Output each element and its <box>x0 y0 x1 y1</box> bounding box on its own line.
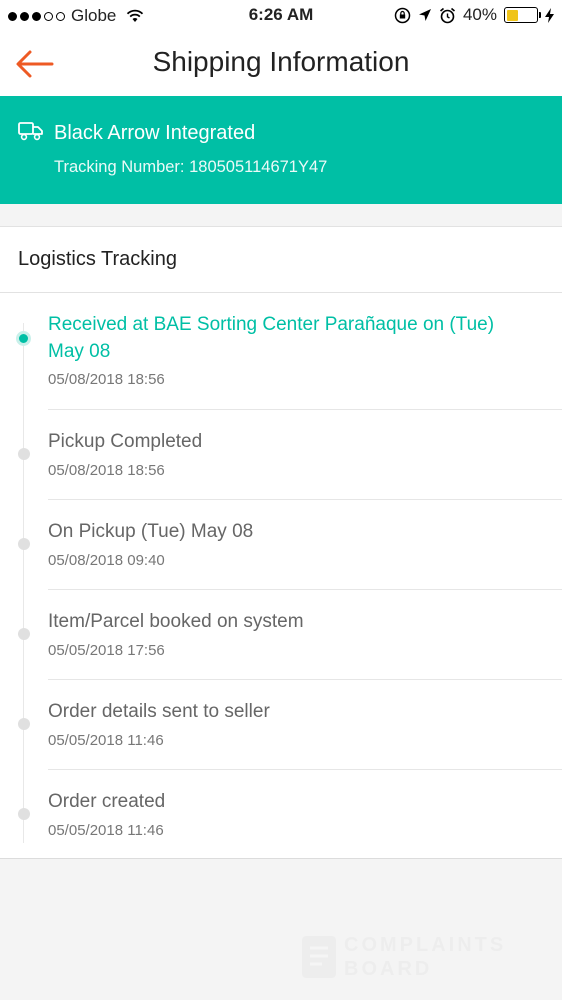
carrier-name: Black Arrow Integrated <box>54 122 256 144</box>
event-timestamp: 05/05/2018 11:46 <box>48 732 164 749</box>
event-description: Order details sent to seller <box>48 701 270 722</box>
header: Shipping Information <box>0 32 562 96</box>
battery-icon <box>504 7 541 23</box>
page-title: Shipping Information <box>152 46 410 77</box>
status-dot <box>18 628 30 640</box>
status-right: 40% <box>394 5 554 25</box>
watermark: COMPLAINTS BOARD <box>300 932 520 982</box>
battery-level <box>506 9 519 21</box>
timeline-event: On Pickup (Tue) May 08 05/08/2018 09:40 <box>0 500 562 590</box>
event-description: Item/Parcel booked on system <box>48 611 304 632</box>
alarm-icon <box>439 7 455 23</box>
watermark-logo-icon <box>302 936 336 978</box>
tracking-number: Tracking Number: 180505114671Y47 <box>54 158 328 176</box>
event-description: Order created <box>48 791 166 812</box>
charging-bolt-icon <box>545 7 554 23</box>
timeline-event: Order created 05/05/2018 11:46 <box>0 770 562 860</box>
rotation-lock-icon <box>394 7 411 23</box>
watermark-text-line1: COMPLAINTS <box>344 934 507 956</box>
logistics-tracking-card: Logistics Tracking Received at BAE Sorti… <box>0 226 562 859</box>
current-status-dot <box>16 331 31 346</box>
timeline-event: Received at BAE Sorting Center Parañaque… <box>0 293 562 410</box>
status-dot <box>18 808 30 820</box>
timeline-event: Order details sent to seller 05/05/2018 … <box>0 680 562 770</box>
event-timestamp: 05/05/2018 17:56 <box>48 642 165 659</box>
battery-percent: 40% <box>462 5 497 24</box>
event-timestamp: 05/08/2018 18:56 <box>48 462 165 479</box>
status-dot <box>18 718 30 730</box>
status-bar: Globe 6:26 AM 40% <box>0 0 562 32</box>
event-description: Received at BAE Sorting Center Parañaque… <box>48 314 495 362</box>
event-timestamp: 05/08/2018 09:40 <box>48 552 165 569</box>
event-description: Pickup Completed <box>48 431 203 452</box>
section-title: Logistics Tracking <box>0 227 562 293</box>
watermark-text-line2: BOARD <box>344 958 433 980</box>
status-dot <box>18 538 30 550</box>
tracking-timeline: Received at BAE Sorting Center Parañaque… <box>0 293 562 860</box>
event-timestamp: 05/08/2018 18:56 <box>48 371 165 388</box>
timeline-event: Pickup Completed 05/08/2018 18:56 <box>0 410 562 500</box>
event-timestamp: 05/05/2018 11:46 <box>48 822 164 839</box>
truck-icon <box>18 122 43 141</box>
carrier-banner: Black Arrow Integrated Tracking Number: … <box>0 96 562 204</box>
timeline-event: Item/Parcel booked on system 05/05/2018 … <box>0 590 562 680</box>
location-icon <box>418 9 431 21</box>
status-dot <box>18 448 30 460</box>
event-description: On Pickup (Tue) May 08 <box>48 521 254 542</box>
